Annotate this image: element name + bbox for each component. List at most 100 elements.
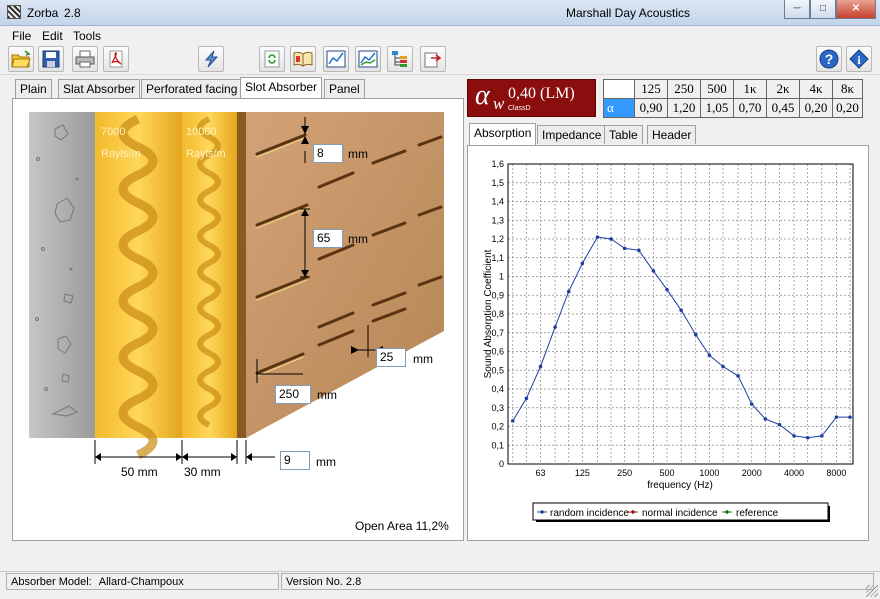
- alpha-table: 125 250 500 1κ 2κ 4κ 8κ α 0,90 1,20 1,05…: [603, 79, 863, 118]
- band-500: 500: [700, 79, 734, 99]
- data-point: [538, 364, 543, 369]
- tab-perforated-facing[interactable]: Perforated facing: [141, 79, 243, 98]
- chart-compare-button[interactable]: [355, 46, 381, 72]
- menu-edit[interactable]: Edit: [42, 29, 63, 43]
- facing-thickness-input[interactable]: 25: [376, 348, 406, 367]
- tree-button[interactable]: [387, 46, 413, 72]
- refresh-button[interactable]: [259, 46, 285, 72]
- data-point: [736, 374, 740, 378]
- title-bar: [0, 0, 880, 26]
- data-point: [553, 325, 557, 329]
- layer1-thickness-label: 50 mm: [121, 465, 158, 479]
- tab-header[interactable]: Header: [647, 125, 697, 144]
- data-point: [819, 434, 824, 438]
- export-button[interactable]: [420, 46, 446, 72]
- y-tick-label: 0,1: [491, 440, 504, 450]
- status-model: Absorber Model: Allard-Champoux: [6, 573, 279, 590]
- alpha-table-header: 125 250 500 1κ 2κ 4κ 8κ: [603, 79, 863, 99]
- menu-file[interactable]: File: [12, 29, 31, 43]
- alpha-value: 1,20: [667, 98, 701, 118]
- band-8k: 8κ: [832, 79, 863, 99]
- data-point: [834, 415, 839, 419]
- x-tick-label: 125: [575, 468, 590, 478]
- data-point: [679, 308, 683, 313]
- layer2-thickness-label: 30 mm: [184, 465, 221, 479]
- data-point: [763, 417, 768, 421]
- data-point: [721, 364, 725, 369]
- x-tick-label: 1000: [699, 468, 719, 478]
- y-tick-label: 0,2: [491, 422, 504, 432]
- tab-slot-absorber[interactable]: Slot Absorber: [240, 77, 323, 98]
- insulation-layer-1: [95, 112, 182, 438]
- tab-slat-absorber[interactable]: Slat Absorber: [58, 79, 141, 98]
- y-tick-label: 1,4: [491, 197, 504, 207]
- slot-spacing-input[interactable]: 65: [313, 229, 343, 248]
- save-icon: [42, 50, 60, 68]
- construction-diagram: 7000 Rayls/m 10000 Rayls/m: [29, 112, 444, 464]
- data-point: [580, 261, 585, 266]
- band-125: 125: [634, 79, 668, 99]
- book-button[interactable]: [290, 46, 316, 72]
- tab-panel[interactable]: Panel: [324, 79, 365, 98]
- alpha-symbol: α: [475, 80, 490, 111]
- x-tick-label: 2000: [742, 468, 762, 478]
- band-250: 250: [667, 79, 701, 99]
- data-point: [622, 246, 627, 251]
- close-button[interactable]: ✕: [836, 0, 876, 19]
- y-tick-label: 1: [499, 272, 504, 282]
- slot-length-input[interactable]: 250: [275, 385, 311, 404]
- data-point: [651, 269, 656, 273]
- data-point: [510, 419, 515, 423]
- tab-absorption[interactable]: Absorption: [469, 123, 537, 145]
- y-tick-label: 1,3: [491, 215, 504, 225]
- print-button[interactable]: [72, 46, 98, 72]
- maximize-button[interactable]: □: [810, 0, 836, 19]
- slot-width-input[interactable]: 8: [313, 144, 343, 163]
- data-point: [707, 353, 712, 358]
- minimize-button[interactable]: ─: [784, 0, 810, 19]
- pdf-icon: [109, 50, 123, 68]
- y-tick-label: 0,4: [491, 384, 504, 394]
- tab-plain[interactable]: Plain: [15, 79, 52, 98]
- svg-text:?: ?: [825, 51, 834, 67]
- refresh-icon: [264, 50, 280, 68]
- app-title: Zorba: [27, 6, 59, 20]
- resize-grip[interactable]: [866, 585, 878, 597]
- x-tick-labels: 63 125 250 500 1000 2000 4000 8000: [536, 468, 847, 478]
- help-button[interactable]: ?: [816, 46, 842, 72]
- data-point: [777, 422, 782, 427]
- alpha-row-label: α: [603, 98, 635, 118]
- chart-icon: [326, 50, 346, 68]
- data-point: [524, 396, 529, 401]
- absorption-chart: 00,10,20,30,40,50,60,70,80,911,11,21,31,…: [483, 159, 854, 522]
- x-tick-label: 250: [617, 468, 632, 478]
- alpha-value: 0,70: [733, 98, 767, 118]
- calculate-button[interactable]: [198, 46, 224, 72]
- y-tick-label: 1,5: [491, 178, 504, 188]
- layer1-unit: Rayls/m: [101, 148, 141, 160]
- model-name: Allard-Champoux: [98, 576, 184, 588]
- open-button[interactable]: [8, 46, 34, 72]
- layer2-resistivity: 10000: [186, 126, 217, 138]
- x-axis-label: frequency (Hz): [647, 480, 713, 491]
- svg-text:random incidence: random incidence: [550, 508, 629, 519]
- data-point: [848, 415, 852, 419]
- app-version: 2.8: [64, 6, 81, 20]
- pdf-button[interactable]: [103, 46, 129, 72]
- save-button[interactable]: [38, 46, 64, 72]
- book-icon: [293, 51, 313, 67]
- menu-bar: [0, 26, 880, 45]
- layer2-unit: Rayls/m: [186, 148, 226, 160]
- legend-random: random incidence: [537, 508, 629, 519]
- rating-class: ClassD: [508, 105, 531, 112]
- tab-table[interactable]: Table: [604, 125, 643, 144]
- chart-button[interactable]: [323, 46, 349, 72]
- layer1-resistivity: 7000: [101, 126, 125, 138]
- alpha-value: 1,05: [700, 98, 734, 118]
- air-gap-input[interactable]: 9: [280, 451, 310, 470]
- tab-impedance[interactable]: Impedance: [537, 125, 607, 144]
- calculate-icon: [204, 50, 219, 68]
- info-button[interactable]: i: [846, 46, 872, 72]
- data-point: [595, 235, 600, 239]
- menu-tools[interactable]: Tools: [73, 29, 101, 43]
